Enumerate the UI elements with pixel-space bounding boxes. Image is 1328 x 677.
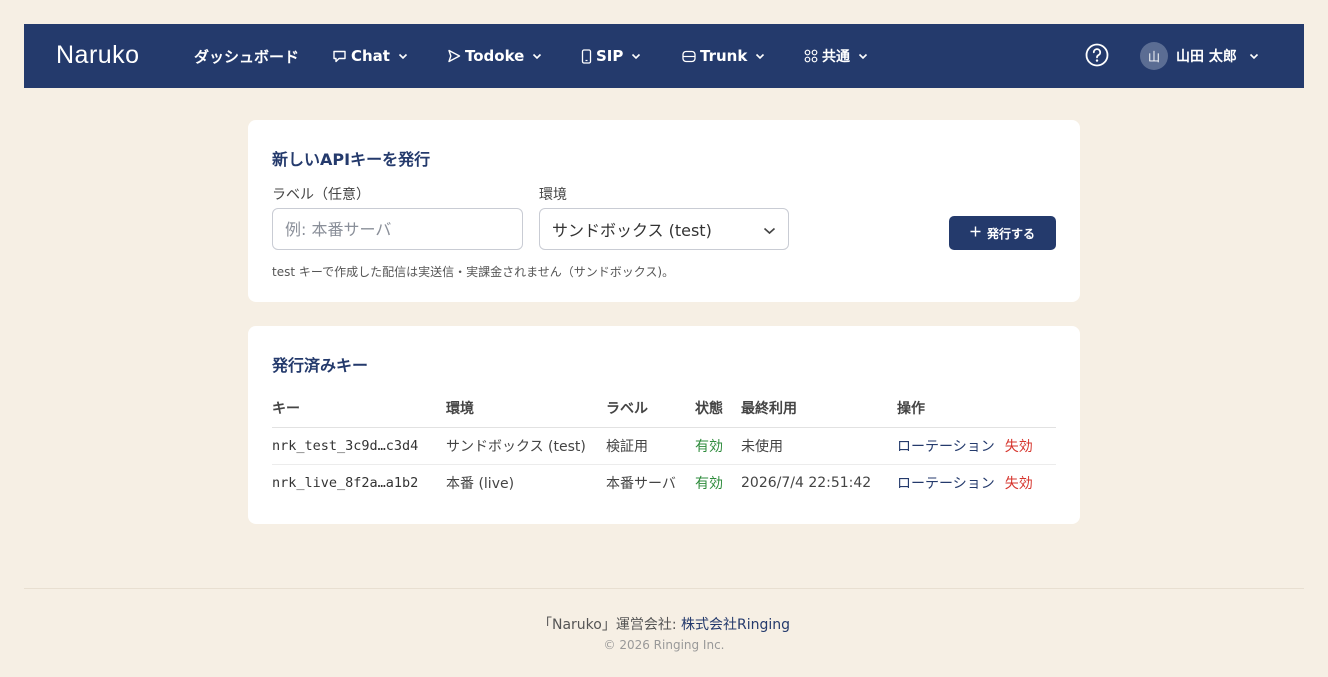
avatar: 山	[1140, 42, 1168, 70]
nav-todoke-label: Todoke	[465, 47, 525, 65]
table-header-row: キー 環境 ラベル 状態 最終利用 操作	[272, 390, 1056, 428]
issued-keys-card: 発行済みキー キー 環境 ラベル 状態 最終利用 操作 nrk_test_3c9…	[248, 326, 1080, 524]
chevron-down-icon	[532, 53, 542, 60]
nav-sip-menu[interactable]: SIP	[581, 24, 641, 88]
footer-operator: 「Naruko」運営会社: 株式会社Ringing	[0, 614, 1328, 634]
send-icon	[447, 49, 461, 63]
chevron-down-icon	[763, 220, 776, 239]
nav-chat-menu[interactable]: Chat	[332, 24, 408, 88]
env-select-value: サンドボックス (test)	[552, 221, 712, 240]
sandbox-hint: test キーで作成した配信は実送信・実課金されません（サンドボックス)。	[272, 265, 675, 279]
grid-icon	[804, 49, 818, 63]
nav-chat-label: Chat	[351, 47, 390, 65]
key-actions: ローテーション 失効	[897, 427, 1056, 465]
nav-dashboard-label: ダッシュボード	[194, 47, 300, 66]
nav-todoke-menu[interactable]: Todoke	[447, 24, 542, 88]
col-header-env: 環境	[446, 390, 606, 428]
nav-dashboard[interactable]: ダッシュボード	[194, 24, 299, 88]
rotate-button[interactable]: ローテーション	[897, 476, 995, 492]
chevron-down-icon	[631, 53, 641, 60]
table-row: nrk_live_8f2a…a1b2 本番 (live) 本番サーバ 有効 20…	[272, 464, 1056, 501]
nav-sip-label: SIP	[596, 47, 624, 65]
issue-key-button[interactable]: 発行する	[949, 216, 1056, 250]
chevron-down-icon	[1249, 48, 1259, 64]
status-badge: 有効	[695, 475, 723, 492]
env-field-label: 環境	[539, 187, 567, 203]
table-row: nrk_test_3c9d…c3d4 サンドボックス (test) 検証用 有効…	[272, 427, 1056, 465]
phone-icon	[581, 48, 592, 64]
user-menu[interactable]: 山 山田 太郎	[1140, 24, 1259, 88]
col-header-status: 状態	[695, 390, 741, 428]
revoke-button[interactable]: 失効	[1005, 439, 1033, 455]
key-last-used: 未使用	[741, 427, 897, 465]
key-env: サンドボックス (test)	[446, 427, 606, 465]
col-header-last-used: 最終利用	[741, 390, 897, 428]
col-header-key: キー	[272, 390, 446, 428]
key-actions: ローテーション 失効	[897, 464, 1056, 501]
nav-trunk-label: Trunk	[700, 47, 748, 65]
issue-key-title: 新しいAPIキーを発行	[272, 150, 431, 169]
col-header-actions: 操作	[897, 390, 1056, 428]
company-link[interactable]: 株式会社Ringing	[681, 617, 790, 633]
label-field-label: ラベル（任意）	[272, 187, 370, 203]
key-env: 本番 (live)	[446, 475, 515, 492]
label-input[interactable]	[272, 208, 523, 250]
key-value: nrk_live_8f2a…a1b2	[272, 474, 419, 491]
footer-prefix: 「Naruko」運営会社:	[537, 617, 681, 633]
rotate-button[interactable]: ローテーション	[897, 439, 995, 455]
revoke-button[interactable]: 失効	[1005, 476, 1033, 492]
nav-common-label: 共通	[822, 49, 850, 65]
chat-icon	[332, 49, 347, 63]
brand-logo[interactable]: Naruko	[56, 41, 140, 70]
key-label: 検証用	[606, 427, 695, 465]
col-header-label: ラベル	[606, 390, 695, 428]
help-icon[interactable]	[1085, 43, 1109, 71]
plus-icon	[970, 226, 981, 240]
env-select[interactable]: サンドボックス (test)	[539, 208, 789, 250]
nav-common-menu[interactable]: 共通	[804, 24, 868, 88]
nav-trunk-menu[interactable]: Trunk	[682, 24, 765, 88]
key-last-used: 2026/7/4 22:51:42	[741, 474, 872, 491]
issue-key-card: 新しいAPIキーを発行 ラベル（任意） 環境 サンドボックス (test) 発行…	[248, 120, 1080, 302]
issue-key-button-label: 発行する	[986, 226, 1035, 241]
user-name: 山田 太郎	[1176, 49, 1237, 65]
chevron-down-icon	[398, 53, 408, 60]
server-icon	[682, 50, 696, 63]
top-navbar: Naruko ダッシュボード Chat Todoke SIP Trunk 共通 …	[24, 24, 1304, 88]
key-value: nrk_test_3c9d…c3d4	[272, 427, 446, 465]
status-badge: 有効	[695, 427, 741, 465]
keys-table: キー 環境 ラベル 状態 最終利用 操作 nrk_test_3c9d…c3d4 …	[272, 390, 1056, 501]
chevron-down-icon	[858, 53, 868, 60]
footer-divider	[24, 588, 1304, 589]
issued-keys-title: 発行済みキー	[272, 356, 369, 375]
copyright: © 2026 Ringing Inc.	[603, 638, 725, 652]
key-label: 本番サーバ	[606, 475, 676, 492]
chevron-down-icon	[755, 53, 765, 60]
